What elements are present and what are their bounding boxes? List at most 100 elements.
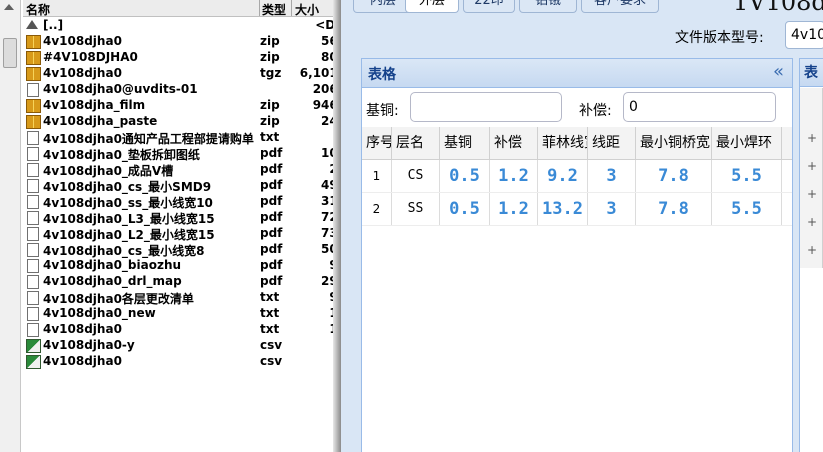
doc-icon xyxy=(27,323,39,337)
file-row[interactable]: 4v108djha0tgz6,101,43 xyxy=(23,65,341,81)
expand-icon[interactable]: + xyxy=(806,216,818,228)
file-manager: 名称 类型 大小 [..]<DIR>4v108djha0zip56,73#4V1… xyxy=(0,0,341,452)
file-row[interactable]: 4v108djha0通知产品工程部提请购单txt2 xyxy=(23,129,341,146)
grid-column-header[interactable]: 序号 xyxy=(362,127,392,159)
file-row[interactable]: 4v108djha0_L3_最小线宽15pdf72,67 xyxy=(23,209,341,226)
grid-cell-film[interactable]: 9.2 xyxy=(538,160,588,192)
grid-header: 序号层名基铜补偿菲林线宽线距最小铜桥宽最小焊环 xyxy=(362,127,792,160)
file-row[interactable]: [..]<DIR> xyxy=(23,17,341,33)
grid-column-header[interactable]: 菲林线宽 xyxy=(538,127,588,159)
file-type: pdf xyxy=(260,162,283,176)
data-grid: 序号层名基铜补偿菲林线宽线距最小铜桥宽最小焊环 1CS0.51.29.237.8… xyxy=(362,127,792,226)
file-row[interactable]: 4v108djha0_L2_最小线宽15pdf73,46 xyxy=(23,225,341,242)
doc-icon xyxy=(27,163,39,177)
grid-cell-bridge[interactable]: 7.8 xyxy=(636,193,712,225)
column-header-name[interactable]: 名称 xyxy=(26,1,50,18)
grid-column-header[interactable]: 层名 xyxy=(392,127,440,159)
table-row[interactable]: 2 SS 0.5 1.2 13.2 3 7.8 5.5 xyxy=(362,193,792,226)
file-type: csv xyxy=(260,338,283,352)
grid-cell-comp[interactable]: 1.2 xyxy=(490,160,538,192)
file-type: zip xyxy=(260,50,280,64)
file-row[interactable]: 4v108djha0@uvdits-01206,61 xyxy=(23,81,341,97)
scrollbar-thumb[interactable] xyxy=(3,38,17,68)
grid-column-header[interactable]: 补偿 xyxy=(490,127,538,159)
grid-cell-film[interactable]: 13.2 xyxy=(538,193,588,225)
vertical-scrollbar[interactable] xyxy=(0,0,21,452)
grid-cell-spacing[interactable]: 3 xyxy=(588,193,636,225)
file-type: txt xyxy=(260,306,280,320)
file-type: tgz xyxy=(260,66,282,80)
file-row[interactable]: 4v108djha0_垫板拆卸图纸pdf10,94 xyxy=(23,145,341,162)
version-label: 文件版本型号: xyxy=(675,30,764,46)
file-row[interactable]: 4v108djha0_cs_最小线宽8pdf50,68 xyxy=(23,241,341,258)
zip-icon xyxy=(26,115,41,129)
file-name: 4v108djha0_biaozhu xyxy=(43,258,182,272)
grid-cell-ring[interactable]: 5.5 xyxy=(712,160,782,192)
file-name: #4V108DJHA0 xyxy=(43,50,138,64)
tab-aluminium[interactable]: 铝锇 xyxy=(519,0,577,13)
file-row[interactable]: 4v108djha0_biaozhupdf9,62 xyxy=(23,257,341,273)
file-row[interactable]: 4v108djha_pastezip24,57 xyxy=(23,113,341,129)
grid-cell-comp[interactable]: 1.2 xyxy=(490,193,538,225)
expand-icon[interactable]: + xyxy=(806,132,818,144)
grid-cell-layer[interactable]: CS xyxy=(392,160,440,192)
file-name: 4v108djha0@uvdits-01 xyxy=(43,82,198,96)
file-row[interactable]: 4v108djha0各层更改清单txt9,74 xyxy=(23,289,341,306)
base-copper-input[interactable] xyxy=(410,92,562,122)
file-type: pdf xyxy=(260,226,283,240)
doc-icon xyxy=(27,291,39,305)
file-row[interactable]: #4V108DJHA0zip80,92 xyxy=(23,49,341,65)
tab-customer-requirements[interactable]: 客户要求 xyxy=(581,0,659,13)
file-row[interactable]: 4v108djha_filmzip946,67 xyxy=(23,97,341,113)
file-row[interactable]: 4v108djha0txt1,10 xyxy=(23,321,341,337)
file-name: 4v108djha0_new xyxy=(43,306,156,320)
grid-cell-spacing[interactable]: 3 xyxy=(588,160,636,192)
file-type: pdf xyxy=(260,178,283,192)
grid-column-header[interactable]: 线距 xyxy=(588,127,636,159)
file-row[interactable]: 4v108djha0csv59 xyxy=(23,353,341,369)
file-type: pdf xyxy=(260,258,283,272)
grid-cell-index[interactable]: 2 xyxy=(362,193,392,225)
grid-column-header[interactable]: 最小铜桥宽 xyxy=(636,127,712,159)
column-header-size[interactable]: 大小 xyxy=(295,1,319,18)
file-name: 4v108djha_film xyxy=(43,98,146,112)
tab-inner-layer[interactable]: 内层 xyxy=(353,0,413,13)
zip-icon xyxy=(26,99,41,113)
compensation-input[interactable]: 0 xyxy=(623,92,776,122)
grid-cell-ring[interactable]: 5.5 xyxy=(712,193,782,225)
grid-cell-layer[interactable]: SS xyxy=(392,193,440,225)
file-row[interactable]: 4v108djha0-ycsv38 xyxy=(23,337,341,353)
grid-cell-base[interactable]: 0.5 xyxy=(440,193,490,225)
form-panel: 表单 + + + + + xyxy=(799,58,823,452)
grid-column-header[interactable]: 最小焊环 xyxy=(712,127,782,159)
doc-icon xyxy=(27,227,39,241)
file-row[interactable]: 4v108djha0_drl_mappdf29,20 xyxy=(23,273,341,289)
doc-icon xyxy=(27,195,39,209)
window-edge xyxy=(333,0,341,452)
tab-22-print[interactable]: 22印 xyxy=(463,0,515,13)
file-row[interactable]: 4v108djha0_成品V槽pdf2,21 xyxy=(23,161,341,178)
file-type: pdf xyxy=(260,242,283,256)
file-row[interactable]: 4v108djha0zip56,73 xyxy=(23,33,341,49)
tab-outer-layer[interactable]: 外层 xyxy=(405,0,459,13)
table-panel-header: 表格 « xyxy=(362,59,792,88)
file-list-header: 名称 类型 大小 xyxy=(23,0,341,17)
expand-icon[interactable]: + xyxy=(806,244,818,256)
grid-cell-bridge[interactable]: 7.8 xyxy=(636,160,712,192)
column-header-type[interactable]: 类型 xyxy=(262,1,286,18)
expand-icon[interactable]: + xyxy=(806,188,818,200)
file-row[interactable]: 4v108djha0_ss_最小线宽10pdf31,30 xyxy=(23,193,341,210)
file-row[interactable]: 4v108djha0_newtxt1,67 xyxy=(23,305,341,321)
table-row[interactable]: 1 CS 0.5 1.2 9.2 3 7.8 5.5 xyxy=(362,160,792,193)
collapse-icon[interactable]: « xyxy=(773,61,784,82)
file-list: [..]<DIR>4v108djha0zip56,73#4V108DJHA0 zi… xyxy=(23,17,341,369)
expand-icon[interactable]: + xyxy=(806,160,818,172)
doc-icon xyxy=(27,83,39,97)
scroll-up-icon[interactable] xyxy=(4,4,14,10)
grid-column-header[interactable]: 基铜 xyxy=(440,127,490,159)
grid-cell-base[interactable]: 0.5 xyxy=(440,160,490,192)
grid-cell-index[interactable]: 1 xyxy=(362,160,392,192)
file-row[interactable]: 4v108djha0_cs_最小SMD9pdf49,50 xyxy=(23,177,341,194)
table-panel: 表格 « 基铜: 补偿: 0 序号层名基铜补偿菲林线宽线距最小铜桥宽最小焊环 1… xyxy=(361,58,793,452)
version-input[interactable]: 4v10 xyxy=(785,21,823,49)
